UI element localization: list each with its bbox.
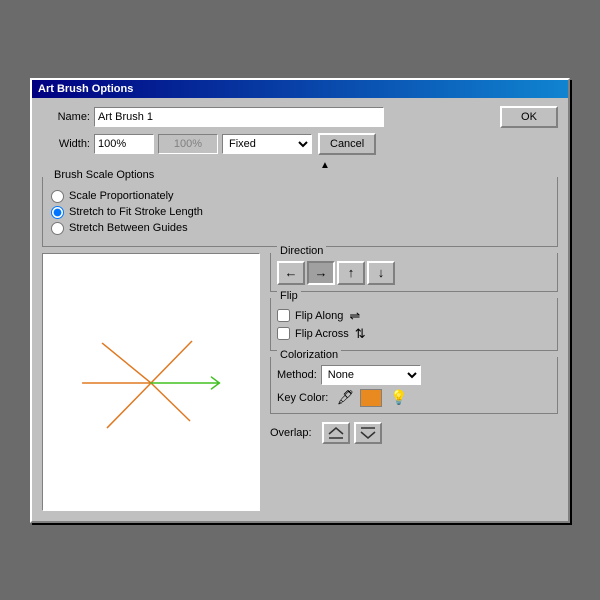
key-color-swatch[interactable] (360, 389, 382, 407)
name-label: Name: (42, 111, 90, 123)
flip-across-label[interactable]: Flip Across (295, 328, 349, 340)
light-bulb-icon: 💡 (390, 389, 407, 406)
scale-proportionately-radio[interactable] (51, 190, 64, 203)
scale-proportionately-row: Scale Proportionately (51, 190, 549, 203)
dir-down-button[interactable]: ↓ (367, 261, 395, 285)
width-readonly: 100% (158, 134, 218, 154)
method-label: Method: (277, 369, 317, 381)
stretch-fit-radio[interactable] (51, 206, 64, 219)
direction-legend: Direction (277, 245, 326, 257)
flip-across-icon: ⇅ (355, 326, 366, 342)
stretch-fit-label[interactable]: Stretch to Fit Stroke Length (69, 206, 203, 218)
width-type-select[interactable]: Fixed Pressure Stylus Wheel Tilt Bearing… (222, 134, 312, 154)
dir-up-button[interactable]: ↑ (337, 261, 365, 285)
arrow-indicator: ▲ (320, 160, 330, 171)
method-select[interactable]: None Tints Tints and Shades Hue Shift (321, 365, 421, 385)
title-bar: Art Brush Options (32, 80, 568, 98)
flip-along-checkbox[interactable] (277, 309, 290, 322)
brush-scale-legend: Brush Scale Options (51, 169, 157, 181)
direction-buttons: ← → ↑ ↓ (277, 261, 551, 285)
ok-button[interactable]: OK (500, 106, 558, 128)
scale-proportionately-label[interactable]: Scale Proportionately (69, 190, 174, 202)
cancel-button[interactable]: Cancel (318, 133, 376, 155)
flip-along-icon: ⇌ (349, 308, 360, 324)
stretch-guides-row: Stretch Between Guides (51, 222, 549, 235)
stretch-guides-label[interactable]: Stretch Between Guides (69, 222, 188, 234)
overlap-row: Overlap: (270, 422, 558, 444)
flip-across-checkbox[interactable] (277, 327, 290, 340)
direction-group: Direction ← → ↑ ↓ (270, 253, 558, 292)
overlap-btn-1[interactable] (322, 422, 350, 444)
dir-left-button[interactable]: ← (277, 261, 305, 285)
width-label: Width: (42, 138, 90, 150)
flip-group: Flip Flip Along ⇌ Flip Across ⇅ (270, 298, 558, 351)
eyedropper-icon[interactable]: 🖋 (336, 389, 354, 406)
brush-scale-group: Brush Scale Options Scale Proportionatel… (42, 177, 558, 247)
art-brush-options-dialog: Art Brush Options Name: OK Width: 100% F… (30, 78, 570, 523)
overlap-label: Overlap: (270, 427, 312, 439)
width-input[interactable] (94, 134, 154, 154)
flip-along-label[interactable]: Flip Along (295, 310, 343, 322)
flip-legend: Flip (277, 290, 301, 302)
dialog-title: Art Brush Options (38, 83, 133, 95)
preview-box (42, 253, 260, 511)
name-input[interactable] (94, 107, 384, 127)
overlap-btn-2[interactable] (354, 422, 382, 444)
preview-svg (43, 254, 259, 510)
colorization-group: Colorization Method: None Tints Tints an… (270, 357, 558, 414)
stretch-fit-row: Stretch to Fit Stroke Length (51, 206, 549, 219)
colorization-legend: Colorization (277, 349, 341, 361)
stretch-guides-radio[interactable] (51, 222, 64, 235)
key-color-label: Key Color: (277, 392, 328, 404)
dir-right-button[interactable]: → (307, 261, 335, 285)
